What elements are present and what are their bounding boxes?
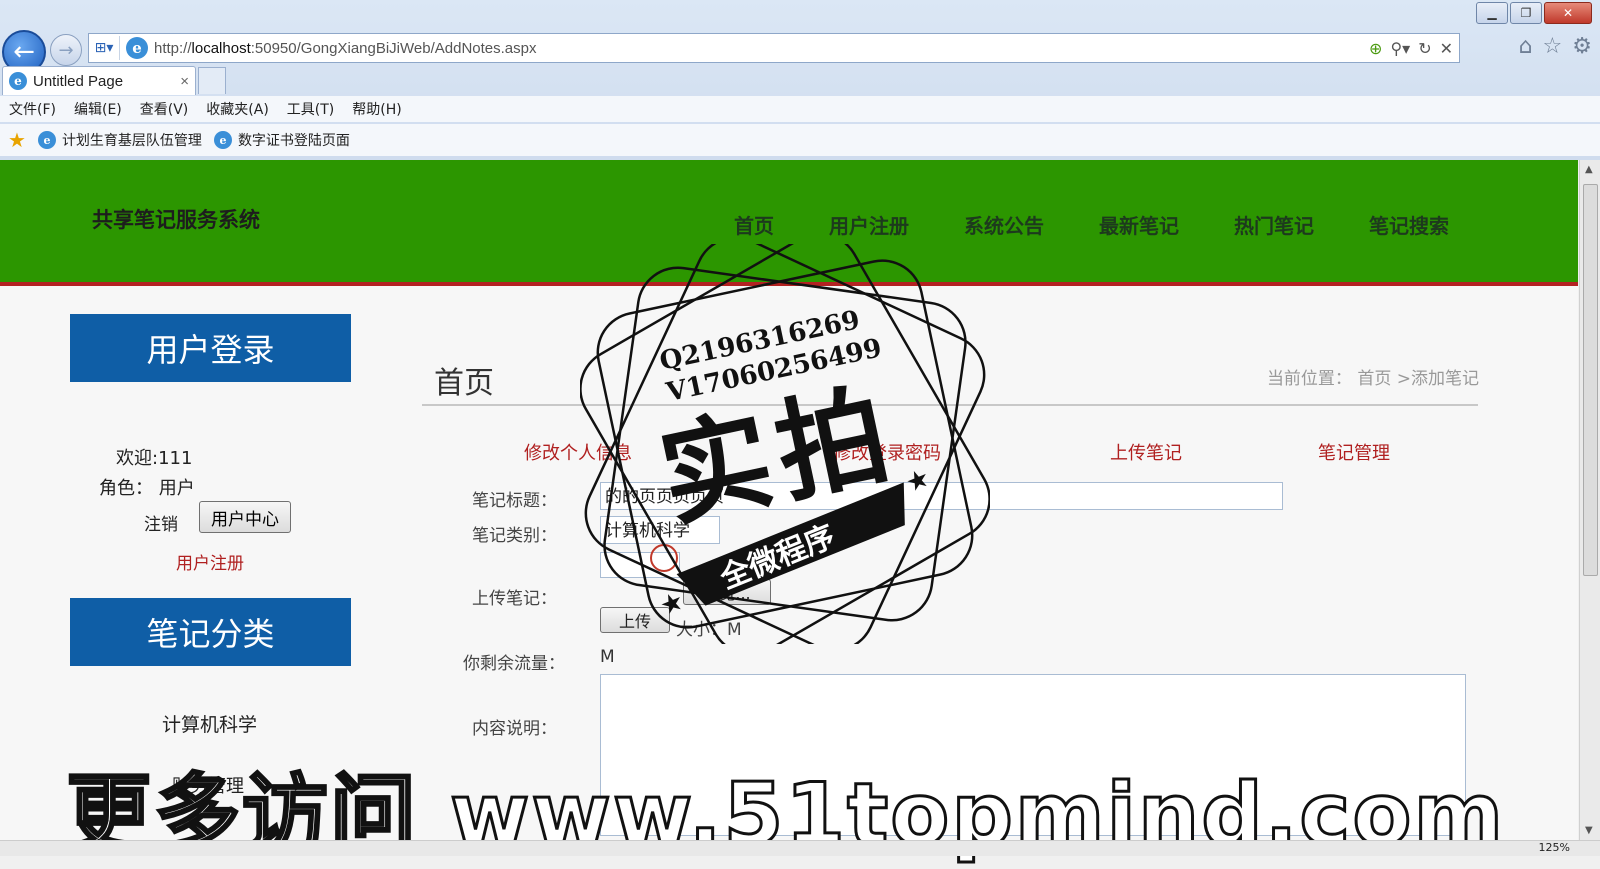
logout-link[interactable]: 注销 <box>144 510 178 535</box>
favorite-link[interactable]: e 数字证书登陆页面 <box>208 130 350 150</box>
login-panel-title: 用户登录 <box>70 314 351 382</box>
menu-file[interactable]: 文件(F) <box>0 99 65 119</box>
remaining-traffic-label: 你剩余流量： <box>463 654 565 674</box>
nav-note-search[interactable]: 笔记搜索 <box>1369 210 1449 239</box>
close-window-icon[interactable]: ✕ <box>1544 2 1592 24</box>
forward-arrow-icon[interactable]: → <box>50 34 82 66</box>
upload-note-link[interactable]: 上传笔记 <box>1110 439 1182 465</box>
new-tab-button[interactable] <box>198 67 226 94</box>
sidebar: 用户登录 <box>70 314 351 382</box>
vertical-scrollbar[interactable]: ▲ ▼ <box>1579 160 1600 840</box>
remaining-traffic-value: M <box>600 647 615 667</box>
menu-help[interactable]: 帮助(H) <box>343 99 410 119</box>
nav-hot-notes[interactable]: 热门笔记 <box>1234 210 1314 239</box>
category-item[interactable]: 计算机科学 <box>162 710 257 737</box>
compat-view-icon[interactable]: ⊞▾ <box>89 36 120 60</box>
upload-label: 上传笔记： <box>472 589 557 609</box>
zoom-level[interactable]: 125% <box>1539 841 1570 854</box>
tab-untitled-page[interactable]: e Untitled Page × <box>2 66 196 95</box>
breadcrumb: 当前位置： 首页 >添加笔记 <box>1266 369 1479 389</box>
page-title: 首页 <box>434 366 494 401</box>
stop-icon[interactable]: ✕ <box>1440 39 1453 58</box>
ie-logo-icon: e <box>126 37 148 59</box>
ie-page-icon: e <box>37 131 56 149</box>
favorites-bar: ★ e 计划生育基层队伍管理 e 数字证书登陆页面 <box>0 124 1600 156</box>
user-center-button[interactable]: 用户中心 <box>199 501 291 533</box>
minimize-icon[interactable]: ▁ <box>1476 2 1508 24</box>
top-nav: 首页 用户注册 系统公告 最新笔记 热门笔记 笔记搜索 <box>734 210 1504 239</box>
scrollbar-thumb[interactable] <box>1583 184 1598 576</box>
scroll-up-icon[interactable]: ▲ <box>1585 164 1593 175</box>
category-panel-title: 笔记分类 <box>70 598 351 666</box>
favorites-star-icon[interactable]: ★ <box>8 128 26 152</box>
content-label: 内容说明： <box>472 719 557 739</box>
url-text[interactable]: http://localhost:50950/GongXiangBiJiWeb/… <box>154 40 1369 57</box>
menu-bar: 文件(F) 编辑(E) 查看(V) 收藏夹(A) 工具(T) 帮助(H) <box>0 96 1600 122</box>
restore-icon[interactable]: ❐ <box>1510 2 1542 24</box>
menu-edit[interactable]: 编辑(E) <box>65 99 131 119</box>
addon-icon[interactable]: ⊕ <box>1369 39 1382 58</box>
nav-register[interactable]: 用户注册 <box>829 210 909 239</box>
scroll-down-icon[interactable]: ▼ <box>1585 825 1593 836</box>
tab-title: Untitled Page <box>33 72 124 90</box>
category-label: 笔记类别： <box>472 526 557 546</box>
menu-view[interactable]: 查看(V) <box>131 99 198 119</box>
gear-icon[interactable]: ⚙ <box>1572 34 1592 59</box>
menu-tools[interactable]: 工具(T) <box>278 99 343 119</box>
menu-favorites[interactable]: 收藏夹(A) <box>197 99 278 119</box>
role-text: 角色： 用户 <box>99 478 195 499</box>
watermark-stamp: Q2196316269 V17060256499 实拍 全微程序 ★ ★ <box>580 244 990 644</box>
search-icon[interactable]: ⚲▾ <box>1390 39 1410 58</box>
window-controls: ▁ ❐ ✕ <box>1476 2 1592 24</box>
browser-chrome: ▁ ❐ ✕ ← → ⊞▾ e http://localhost:50950/Go… <box>0 0 1600 160</box>
home-icon[interactable]: ⌂ <box>1519 34 1533 59</box>
register-link[interactable]: 用户注册 <box>176 549 244 574</box>
favorites-star-icon[interactable]: ☆ <box>1543 34 1563 59</box>
status-bar: 125% <box>0 840 1600 856</box>
welcome-text: 欢迎:111 <box>116 448 193 469</box>
favorite-link[interactable]: e 计划生育基层队伍管理 <box>32 130 202 150</box>
close-tab-icon[interactable]: × <box>180 73 189 90</box>
title-label: 笔记标题： <box>472 491 557 511</box>
nav-announcements[interactable]: 系统公告 <box>964 210 1044 239</box>
nav-home[interactable]: 首页 <box>734 210 774 239</box>
address-bar[interactable]: ⊞▾ e http://localhost:50950/GongXiangBiJ… <box>88 33 1460 63</box>
ie-page-icon: e <box>213 131 232 149</box>
note-management-link[interactable]: 笔记管理 <box>1318 439 1390 465</box>
nav-latest-notes[interactable]: 最新笔记 <box>1099 210 1179 239</box>
site-title: 共享笔记服务系统 <box>92 208 260 232</box>
ie-tab-icon: e <box>9 72 27 90</box>
refresh-icon[interactable]: ↻ <box>1418 39 1431 58</box>
